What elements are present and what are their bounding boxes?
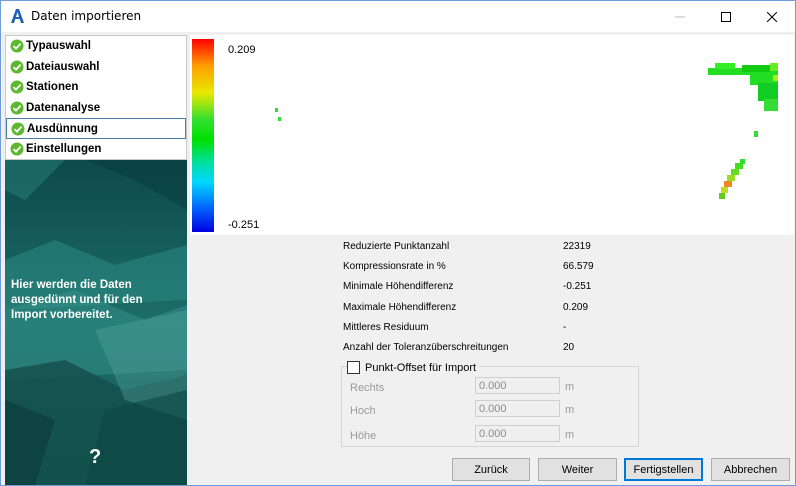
field-label: Hoch (350, 405, 376, 417)
offset-rechts-row: Rechts m (350, 377, 630, 397)
offset-hoehe-input[interactable] (475, 425, 560, 442)
height-difference-plot: 0.209 -0.251 (190, 35, 794, 235)
stat-value: 66.579 (563, 261, 594, 273)
step-einstellungen[interactable]: Einstellungen (6, 139, 186, 160)
step-label: Datenanalyse (26, 102, 101, 115)
step-label: Ausdünnung (27, 122, 98, 135)
point-cloud-map (275, 63, 778, 199)
point-offset-checkbox[interactable] (347, 361, 360, 374)
stat-row: Mittleres Residuum - (343, 318, 623, 338)
point-offset-header: Punkt-Offset für Import (347, 361, 480, 374)
field-label: Höhe (350, 430, 377, 442)
offset-hoch-input[interactable] (475, 400, 560, 417)
stat-label: Maximale Höhendifferenz (343, 301, 457, 313)
point-offset-group: Punkt-Offset für Import Rechts m Hoch m … (341, 361, 639, 447)
stat-label: Reduzierte Punktanzahl (343, 241, 450, 252)
stat-value: - (563, 321, 567, 333)
window-title: Daten importieren (31, 9, 142, 23)
point-offset-label[interactable]: Punkt-Offset für Import (365, 362, 476, 374)
field-unit: m (565, 404, 575, 416)
statistics-table: Reduzierte Punktanzahl 22319 Kompression… (343, 237, 623, 358)
maximize-button[interactable] (703, 1, 749, 32)
back-button[interactable]: Zurück (452, 458, 530, 481)
sidebar-description: Hier werden die Daten ausgedünnt und für… (11, 279, 143, 321)
step-typauswahl[interactable]: Typauswahl (6, 36, 186, 57)
step-label: Dateiauswahl (26, 60, 100, 73)
sidebar-landscape-panel: Hier werden die Daten ausgedünnt und für… (5, 160, 187, 485)
step-label: Stationen (26, 81, 79, 94)
step-ausduennung[interactable]: Ausdünnung (6, 118, 186, 139)
stat-value: 20 (563, 341, 575, 353)
stat-row: Kompressionsrate in % 66.579 (343, 257, 623, 277)
step-datenanalyse[interactable]: Datenanalyse (6, 98, 186, 119)
stat-row: Anzahl der Toleranzüberschreitungen 20 (343, 338, 623, 358)
stat-label: Minimale Höhendifferenz (343, 281, 454, 293)
content-area: 0.209 -0.251 Reduzierte Punktanzahl 2231… (190, 35, 794, 485)
import-dialog: Daten importieren Typauswahl Dateiauswah… (0, 0, 796, 486)
close-button[interactable] (749, 1, 795, 32)
help-icon[interactable]: ? (89, 446, 101, 469)
stat-value: -0.251 (563, 281, 592, 293)
field-unit: m (565, 429, 575, 441)
title-bar: Daten importieren (1, 1, 795, 32)
field-label: Rechts (350, 382, 385, 394)
check-circle-icon (11, 122, 25, 136)
app-logo-icon (9, 8, 25, 24)
next-button[interactable]: Weiter (538, 458, 617, 481)
check-circle-icon (10, 142, 24, 156)
finish-button[interactable]: Fertigstellen (624, 458, 703, 481)
offset-hoehe-row: Höhe m (350, 425, 630, 445)
check-circle-icon (10, 101, 24, 115)
stat-value: 0.209 (563, 301, 589, 313)
check-circle-icon (10, 80, 24, 94)
stat-label: Kompressionsrate in % (343, 261, 446, 273)
offset-hoch-row: Hoch m (350, 400, 630, 420)
stat-row: Minimale Höhendifferenz -0.251 (343, 277, 623, 297)
minimize-button[interactable] (657, 1, 703, 32)
close-icon (767, 11, 777, 22)
stat-row: Reduzierte Punktanzahl 22319 (343, 237, 623, 257)
check-circle-icon (10, 39, 24, 53)
step-dateiauswahl[interactable]: Dateiauswahl (6, 57, 186, 78)
check-circle-icon (10, 60, 24, 74)
stat-label: Mittleres Residuum (343, 321, 429, 333)
stat-row: Maximale Höhendifferenz 0.209 (343, 298, 623, 318)
cancel-button[interactable]: Abbrechen (711, 458, 790, 481)
step-label: Typauswahl (26, 40, 91, 53)
step-stationen[interactable]: Stationen (6, 77, 186, 98)
step-label: Einstellungen (26, 143, 102, 156)
maximize-icon (721, 11, 731, 22)
stat-value: 22319 (563, 241, 591, 252)
minimize-icon (675, 16, 685, 17)
wizard-step-list: Typauswahl Dateiauswahl Stationen Datena… (5, 35, 187, 160)
field-unit: m (565, 381, 575, 393)
offset-rechts-input[interactable] (475, 377, 560, 394)
stat-label: Anzahl der Toleranzüberschreitungen (343, 341, 509, 353)
